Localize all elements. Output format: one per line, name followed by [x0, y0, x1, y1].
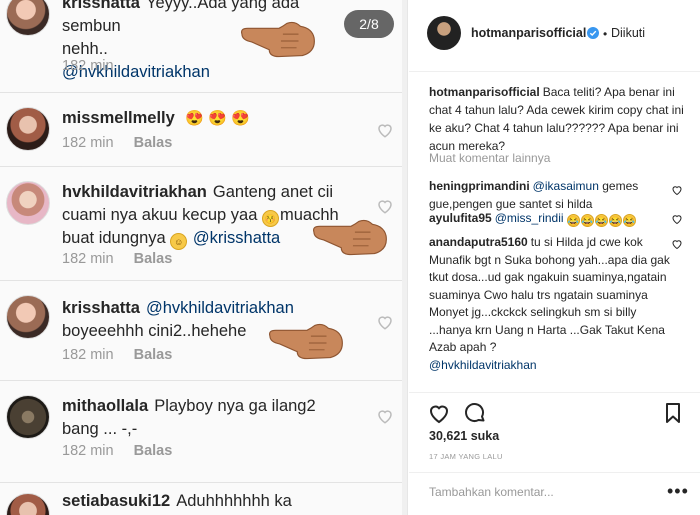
smile-emoji-icon: ☺ — [170, 233, 188, 250]
comment-body: Playboy nya ga ilang2 — [154, 397, 316, 415]
photo-comment: missmellmelly 😍 😍 😍 182 min Balas — [0, 92, 407, 160]
avatar — [6, 295, 50, 339]
heart-icon[interactable] — [376, 407, 394, 425]
comment-meta: 182 min Balas — [62, 347, 172, 363]
comment-body-line2: bang ... -,- — [62, 420, 138, 438]
avatar — [6, 395, 50, 439]
reply-button[interactable]: Balas — [134, 443, 173, 459]
post-header: hotmanparisofficial • Diikuti — [409, 0, 700, 72]
avatar[interactable] — [427, 16, 461, 50]
load-more-comments-button[interactable]: Muat komentar lainnya — [429, 151, 550, 165]
comment-body: Ganteng anet cii — [212, 183, 334, 201]
pointing-hand-icon — [312, 219, 387, 256]
laughing-emoji-icon: 😂 — [608, 214, 622, 227]
avatar — [6, 0, 50, 36]
comment-username[interactable]: anandaputra5160 — [429, 235, 528, 249]
photo-comment: setiabasuki12Aduhhhhhhh ka Guanteng — [0, 482, 407, 515]
comment-username[interactable]: ayulufita95 — [429, 211, 492, 225]
comment-username: krisshatta — [62, 0, 140, 12]
reply-button[interactable]: Balas — [134, 135, 173, 151]
post-photo[interactable]: krisshatta Yeyyy..Ada yang ada sembun neh… — [0, 0, 408, 515]
bookmark-icon[interactable] — [661, 401, 685, 425]
photo-scrollbar[interactable] — [402, 0, 407, 515]
photo-comment: mithaollala Playboy nya ga ilang2 bang ..… — [0, 380, 407, 480]
comment-username: mithaollala — [62, 397, 149, 415]
comment-meta: 182 min — [62, 58, 114, 74]
photo-counter-badge: 2/8 — [344, 10, 394, 38]
avatar — [6, 107, 50, 151]
comment-time: 182 min — [62, 58, 114, 74]
laughing-emoji-icon: 😂 — [580, 214, 594, 227]
reply-button[interactable]: Balas — [134, 347, 173, 363]
photo-comment-text: setiabasuki12Aduhhhhhhh ka Guanteng — [62, 490, 362, 515]
comment-item: heningprimandini @ikasaimun gemes gue,pen… — [429, 178, 675, 213]
follow-status-button[interactable]: Diikuti — [611, 26, 645, 40]
comment-body: tu si Hilda jd cwe kok Munafik bgt n Suk… — [429, 235, 670, 354]
add-comment-bar: ••• — [409, 472, 700, 515]
heart-icon[interactable] — [376, 197, 394, 215]
kiss-emoji-icon: 😚 — [261, 210, 279, 227]
comment-username: setiabasuki12 — [62, 492, 171, 510]
comment-time: 182 min — [62, 443, 114, 459]
photo-comment-text: mithaollala Playboy nya ga ilang2 bang ..… — [62, 395, 362, 441]
heart-icon[interactable] — [671, 213, 683, 225]
pointing-hand-icon — [268, 323, 343, 360]
comment-meta: 182 min Balas — [62, 443, 172, 459]
add-comment-input[interactable] — [429, 485, 629, 499]
heart-icon[interactable] — [671, 238, 683, 250]
comment-meta: 182 min Balas — [62, 251, 172, 267]
comment-time: 182 min — [62, 251, 114, 267]
caption-username[interactable]: hotmanparisofficial — [429, 85, 540, 99]
comment-username: hvkhildavitriakhan — [62, 183, 207, 201]
comment-item: anandaputra5160 tu si Hilda jd cwe kok Mu… — [429, 234, 675, 374]
comment-time: 182 min — [62, 347, 114, 363]
comment-mention[interactable]: @ikasaimun — [533, 179, 599, 193]
comment-mention[interactable]: @hvkhildavitriakhan — [429, 358, 537, 372]
comment-mention: @krisshatta — [192, 229, 281, 247]
photo-comment-text: missmellmelly 😍 😍 😍 — [62, 107, 362, 130]
laughing-emoji-icon: 😂 — [622, 214, 636, 227]
heart-icon[interactable] — [376, 313, 394, 331]
comment-body-line2: boyeeehhh cini2..hehehe — [62, 322, 247, 340]
instagram-post-window: krisshatta Yeyyy..Ada yang ada sembun neh… — [0, 0, 700, 515]
avatar — [6, 181, 50, 225]
post-sidebar: hotmanparisofficial • Diikuti hotmanpari… — [409, 0, 700, 515]
comment-username: krisshatta — [62, 299, 140, 317]
comment-username: missmellmelly — [62, 109, 175, 127]
comment-body-line3b: buat idungnya — [62, 229, 166, 247]
post-username[interactable]: hotmanparisofficial — [471, 26, 586, 40]
comment-time: 182 min — [62, 135, 114, 151]
verified-badge-icon — [587, 27, 599, 39]
laughing-emoji-icon: 😂 — [594, 214, 608, 227]
likes-count[interactable]: 30,621 suka — [429, 429, 499, 443]
separator-dot: • — [603, 27, 608, 41]
comment-emojis: 😍 😍 😍 — [185, 110, 250, 127]
heart-icon[interactable] — [376, 121, 394, 139]
comment-item: ayulufita95 @miss_rindii 😂 😂 😂 😂 😂 — [429, 210, 675, 228]
post-timestamp: 17 JAM YANG LALU — [429, 452, 503, 461]
reply-button[interactable]: Balas — [134, 251, 173, 267]
pointing-hand-icon — [240, 21, 315, 58]
laughing-emoji-icon: 😂 — [566, 214, 580, 227]
post-caption: hotmanparisofficial Baca teliti? Apa bena… — [429, 83, 687, 155]
photo-comment: krisshatta Yeyyy..Ada yang ada sembun neh… — [0, 0, 407, 86]
comment-meta: 182 min Balas — [62, 135, 172, 151]
comment-mention[interactable]: @miss_rindii — [495, 211, 564, 225]
comment-body-line2: nehh.. — [62, 40, 108, 58]
avatar — [6, 493, 50, 515]
comment-icon[interactable] — [463, 401, 487, 425]
comment-username[interactable]: heningprimandini — [429, 179, 530, 193]
heart-icon[interactable] — [427, 401, 451, 425]
comment-mention: @hvkhildavitriakhan — [145, 299, 294, 317]
comment-body-line2: cuami nya akuu kecup yaa — [62, 206, 258, 224]
photo-comment: krisshatta @hvkhildavitriakhan boyeeehhh … — [0, 280, 407, 376]
more-options-button[interactable]: ••• — [667, 481, 689, 502]
post-actions-bar — [409, 392, 700, 426]
heart-icon[interactable] — [671, 184, 683, 196]
